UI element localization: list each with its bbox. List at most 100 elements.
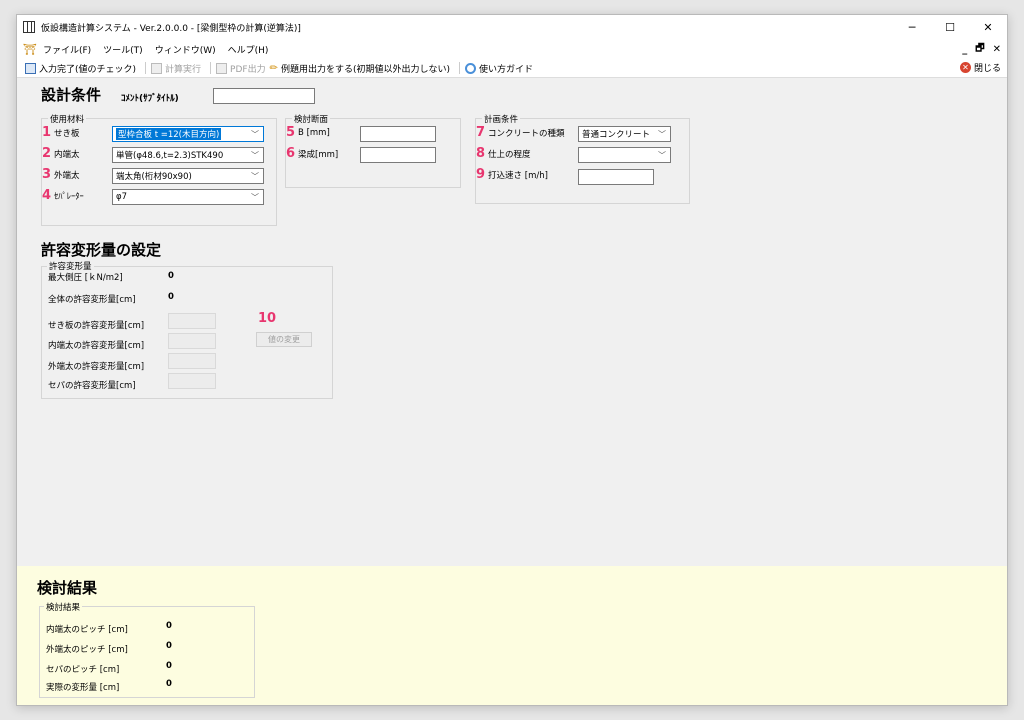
materials-group: 使用材料 1 せき板 型枠合板 t =12(木目方向) ﹀ 2 内端太 単管(φ…	[41, 113, 277, 226]
title-bar: 仮設構造計算システム - Ver.2.0.0.0 - [梁側型枠の計算(逆算法)…	[17, 15, 1007, 39]
mdi-document-icon[interactable]: ⛩	[23, 43, 37, 56]
number-badge: 2	[42, 146, 52, 161]
chevron-down-icon: ﹀	[251, 172, 259, 181]
chevron-down-icon: ﹀	[658, 130, 666, 139]
toolbar-separator	[210, 62, 212, 74]
sekiita-allowable-label: せき板の許容変形量[cm]	[48, 321, 145, 331]
outer-batten-label: 3 外端太	[42, 167, 80, 182]
usage-guide-button[interactable]: 使い方ガイド	[465, 62, 533, 75]
mdi-controls: _ 🗗 ✕	[962, 39, 1001, 59]
comment-label: ｺﾒﾝﾄ(ｻﾌﾞﾀｲﾄﾙ)	[121, 94, 179, 104]
chevron-down-icon: ﹀	[251, 151, 259, 160]
calculate-button[interactable]: 計算実行	[151, 62, 201, 75]
mdi-close-button[interactable]: ✕	[993, 44, 1001, 55]
plan-group-label: 計画条件	[482, 113, 521, 125]
outer-batten-select[interactable]: 端太角(桁材90x90) ﹀	[112, 168, 264, 184]
number-badge: 3	[42, 167, 52, 182]
finish-level-select[interactable]: ﹀	[578, 147, 671, 163]
calculator-icon	[151, 62, 163, 74]
number-badge: 8	[476, 146, 486, 161]
number-badge: 5	[286, 125, 296, 140]
pour-speed-input[interactable]	[578, 169, 654, 185]
input-complete-button[interactable]: 入力完了(値のチェック)	[25, 62, 136, 75]
number-badge: 7	[476, 125, 486, 140]
sekiita-label: 1 せき板	[42, 125, 80, 140]
app-window: 仮設構造計算システム - Ver.2.0.0.0 - [梁側型枠の計算(逆算法)…	[16, 14, 1008, 706]
inner-batten-allowable-input[interactable]	[168, 333, 216, 349]
outer-batten-allowable-input[interactable]	[168, 353, 216, 369]
separator-select[interactable]: φ7 ﹀	[112, 189, 264, 205]
mdi-restore-button[interactable]: 🗗	[975, 41, 984, 58]
pencil-icon: ✏	[269, 62, 278, 74]
form-content: 設計条件 ｺﾒﾝﾄ(ｻﾌﾞﾀｲﾄﾙ) 使用材料 1 せき板 型枠合板 t =12…	[17, 78, 1007, 566]
menu-window[interactable]: ウィンドウ(W)	[155, 43, 216, 56]
outer-pitch-value: 0	[166, 641, 172, 651]
separator-allowable-input[interactable]	[168, 373, 216, 389]
guide-icon	[465, 62, 477, 74]
number-badge: 9	[476, 167, 486, 182]
menu-file[interactable]: ファイル(F)	[43, 43, 91, 56]
results-heading: 検討結果	[37, 579, 98, 597]
max-pressure-label: 最大側圧 [ｋN/m2]	[48, 273, 123, 283]
chevron-down-icon: ﹀	[251, 193, 259, 202]
separator-label: 4 ｾﾊﾟﾚｰﾀｰ	[42, 188, 84, 203]
change-value-button[interactable]: 値の変更	[256, 332, 312, 347]
inner-batten-select[interactable]: 単管(φ48.6,t=2.3)STK490 ﹀	[112, 147, 264, 163]
inner-pitch-value: 0	[166, 621, 172, 631]
plan-group: 計画条件 7 コンクリートの種類 普通コンクリート ﹀ 8 仕上の程度 ﹀ 9 …	[475, 113, 690, 204]
design-conditions-heading: 設計条件	[41, 86, 102, 104]
minimize-button[interactable]: ─	[893, 15, 931, 39]
close-circle-icon: ✕	[959, 62, 971, 73]
actual-deformation-label: 実際の変形量 [cm]	[46, 683, 120, 693]
toolbar-separator	[145, 62, 147, 74]
results-group-label: 検討結果	[44, 601, 83, 613]
sekiita-select[interactable]: 型枠合板 t =12(木目方向) ﹀	[112, 126, 264, 142]
comment-input[interactable]	[213, 88, 315, 104]
total-allowable-label: 全体の許容変形量[cm]	[48, 295, 136, 305]
pdf-output-button[interactable]: PDF出力	[216, 62, 266, 75]
example-output-button[interactable]: ✏ 例題用出力をする(初期値以外出力しない)	[270, 62, 450, 75]
close-form-button[interactable]: ✕ 閉じる	[959, 61, 1001, 74]
beam-depth-input[interactable]	[360, 147, 436, 163]
maximize-button[interactable]: ☐	[931, 15, 969, 39]
finish-level-label: 8 仕上の程度	[476, 146, 531, 161]
b-mm-input[interactable]	[360, 126, 436, 142]
section-group: 検討断面 5 B [mm] 6 梁成[mm]	[285, 113, 461, 188]
menu-bar: ⛩ ファイル(F) ツール(T) ウィンドウ(W) ヘルプ(H) _ 🗗 ✕	[17, 39, 1007, 59]
app-icon	[23, 21, 35, 33]
mdi-minimize-button[interactable]: _	[962, 44, 967, 55]
inner-batten-label: 2 内端太	[42, 146, 80, 161]
results-panel: 検討結果 検討結果 内端太のピッチ [cm] 0 外端太のピッチ [cm] 0 …	[17, 566, 1007, 705]
beam-depth-label: 6 梁成[mm]	[286, 146, 339, 161]
edit-check-icon	[25, 62, 36, 74]
allowable-group: 許容変形量 最大側圧 [ｋN/m2] 0 全体の許容変形量[cm] 0 せき板の…	[41, 260, 333, 399]
results-group: 検討結果 内端太のピッチ [cm] 0 外端太のピッチ [cm] 0 セパのピッ…	[39, 601, 255, 698]
number-badge: 1	[42, 125, 52, 140]
toolbar: 入力完了(値のチェック) 計算実行 PDF出力 ✏ 例題用出力をする(初期値以外…	[17, 59, 1007, 78]
window-controls: ─ ☐ ✕	[893, 15, 1007, 39]
allowable-heading: 許容変形量の設定	[41, 241, 162, 259]
concrete-type-label: 7 コンクリートの種類	[476, 125, 565, 140]
sekiita-allowable-input[interactable]	[168, 313, 216, 329]
separator-allowable-label: セパの許容変形量[cm]	[48, 381, 136, 391]
menu-tools[interactable]: ツール(T)	[103, 43, 143, 56]
actual-deformation-value: 0	[166, 679, 172, 689]
toolbar-separator	[459, 62, 461, 74]
close-window-button[interactable]: ✕	[969, 15, 1007, 39]
pdf-icon	[216, 62, 228, 74]
outer-pitch-label: 外端太のピッチ [cm]	[46, 645, 128, 655]
separator-pitch-value: 0	[166, 661, 172, 671]
b-mm-label: 5 B [mm]	[286, 125, 330, 140]
materials-group-label: 使用材料	[48, 113, 87, 125]
number-badge: 6	[286, 146, 296, 161]
total-allowable-value: 0	[168, 292, 174, 302]
inner-batten-allowable-label: 内端太の許容変形量[cm]	[48, 341, 145, 351]
concrete-type-select[interactable]: 普通コンクリート ﹀	[578, 126, 671, 142]
inner-pitch-label: 内端太のピッチ [cm]	[46, 625, 128, 635]
outer-batten-allowable-label: 外端太の許容変形量[cm]	[48, 362, 145, 372]
chevron-down-icon: ﹀	[658, 151, 666, 160]
number-badge: 10	[258, 311, 277, 326]
number-badge: 4	[42, 188, 52, 203]
separator-pitch-label: セパのピッチ [cm]	[46, 665, 120, 675]
menu-help[interactable]: ヘルプ(H)	[228, 43, 269, 56]
